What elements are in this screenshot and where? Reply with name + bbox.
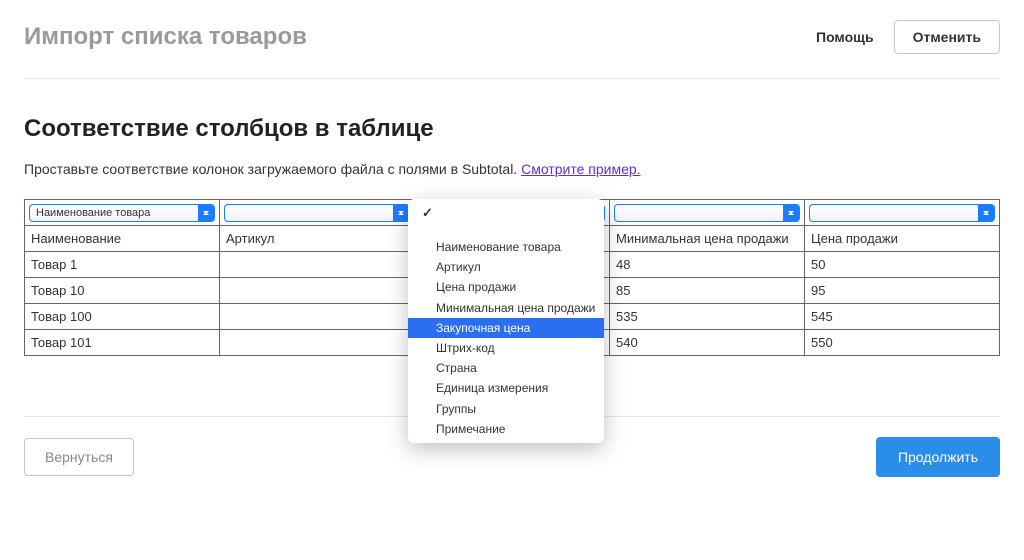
cell xyxy=(220,252,415,278)
cancel-button[interactable]: Отменить xyxy=(894,20,1000,54)
dropdown-option[interactable]: Группы xyxy=(408,399,604,419)
cell: 95 xyxy=(805,278,1000,304)
chevron-updown-icon xyxy=(783,205,799,221)
section-hint: Проставьте соответствие колонок загружае… xyxy=(24,161,1000,177)
dropdown-spacer xyxy=(408,223,604,237)
column-select-0[interactable]: Наименование товара xyxy=(29,204,215,222)
cell: 50 xyxy=(805,252,1000,278)
cell: Товар 1 xyxy=(25,252,220,278)
cell xyxy=(220,304,415,330)
dropdown-option[interactable]: Цена продажи xyxy=(408,277,604,297)
cell: Товар 10 xyxy=(25,278,220,304)
dropdown-option[interactable]: Штрих-код xyxy=(408,338,604,358)
cell xyxy=(220,278,415,304)
page-title: Импорт списка товаров xyxy=(24,23,307,51)
dropdown-option[interactable]: Примечание xyxy=(408,419,604,439)
back-button[interactable]: Вернуться xyxy=(24,438,134,476)
chevron-updown-icon xyxy=(393,205,409,221)
help-link[interactable]: Помощь xyxy=(816,29,874,45)
chevron-updown-icon xyxy=(198,205,214,221)
check-icon: ✓ xyxy=(408,203,604,223)
dropdown-option-selected[interactable]: Закупочная цена xyxy=(408,318,604,338)
dropdown-option[interactable]: Единица измерения xyxy=(408,378,604,398)
chevron-updown-icon xyxy=(978,205,994,221)
cell: 48 xyxy=(610,252,805,278)
column-select-3[interactable] xyxy=(614,204,800,222)
col-header: Цена продажи xyxy=(805,226,1000,252)
column-select-4[interactable] xyxy=(809,204,995,222)
header-bar: Импорт списка товаров Помощь Отменить xyxy=(24,20,1000,79)
hint-text: Проставьте соответствие колонок загружае… xyxy=(24,161,521,177)
cell: 540 xyxy=(610,330,805,356)
dropdown-option[interactable]: Страна xyxy=(408,358,604,378)
cell: Товар 100 xyxy=(25,304,220,330)
cell: 85 xyxy=(610,278,805,304)
column-select-value: Наименование товара xyxy=(36,207,150,219)
col-header: Минимальная цена продажи xyxy=(610,226,805,252)
cell: Товар 101 xyxy=(25,330,220,356)
column-select-dropdown: ✓ Наименование товара Артикул Цена прода… xyxy=(408,199,604,443)
hint-example-link[interactable]: Смотрите пример. xyxy=(521,161,640,177)
cell xyxy=(220,330,415,356)
dropdown-option[interactable]: Артикул xyxy=(408,257,604,277)
continue-button[interactable]: Продолжить xyxy=(876,437,1000,477)
dropdown-option[interactable]: Наименование товара xyxy=(408,237,604,257)
section-heading: Соответствие столбцов в таблице xyxy=(24,115,1000,143)
dropdown-option[interactable]: Минимальная цена продажи xyxy=(408,298,604,318)
cell: 545 xyxy=(805,304,1000,330)
column-select-1[interactable] xyxy=(224,204,410,222)
cell: 535 xyxy=(610,304,805,330)
col-header: Наименование xyxy=(25,226,220,252)
col-header: Артикул xyxy=(220,226,415,252)
cell: 550 xyxy=(805,330,1000,356)
